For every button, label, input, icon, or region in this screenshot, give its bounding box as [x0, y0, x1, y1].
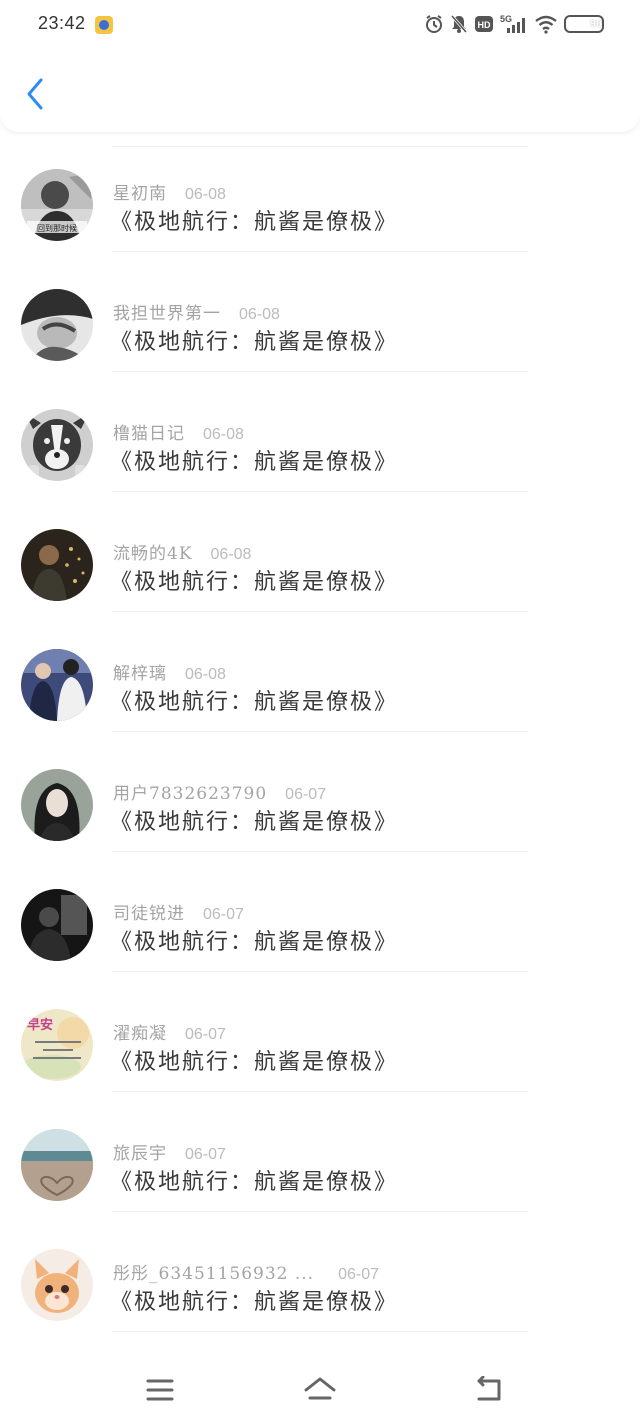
list-item[interactable]: 回到那时候 星初南 06-08 《极地航行：航酱是僚极》: [0, 132, 640, 252]
list-item[interactable]: 彤彤_63451156932 ... 06-07 《极地航行：航酱是僚极》: [0, 1212, 640, 1332]
username[interactable]: 流畅的4K: [113, 539, 193, 564]
back-button[interactable]: [18, 74, 52, 114]
status-bar: 23:42 HD 5G 90: [0, 0, 640, 50]
username[interactable]: 我担世界第一: [113, 299, 221, 324]
svg-text:HD: HD: [478, 20, 491, 30]
list-item[interactable]: 解梓璃 06-08 《极地航行：航酱是僚极》: [0, 612, 640, 732]
return-button[interactable]: [471, 1372, 507, 1408]
username[interactable]: 彤彤_63451156932 ...: [113, 1259, 314, 1284]
comment-meta: 濯痴凝 06-07: [113, 1019, 226, 1044]
avatar[interactable]: [21, 529, 93, 601]
comment-meta: 彤彤_63451156932 ... 06-07: [113, 1259, 379, 1284]
menu-button[interactable]: [142, 1372, 178, 1408]
signal-5g-icon: 5G: [500, 13, 528, 35]
alarm-icon: [424, 14, 444, 34]
avatar[interactable]: 回到那时候: [21, 169, 93, 241]
comment-date: 06-08: [239, 306, 280, 323]
username[interactable]: 司徒锐进: [113, 899, 185, 924]
hd-icon: HD: [474, 15, 494, 33]
chevron-left-icon: [27, 78, 43, 110]
home-icon: [304, 1377, 336, 1400]
list-item[interactable]: 我担世界第一 06-08 《极地航行：航酱是僚极》: [0, 252, 640, 372]
comment-meta: 用户7832623790 06-07: [113, 779, 326, 804]
app-notification-icon: [95, 16, 113, 34]
comment-meta: 星初南 06-08: [113, 179, 226, 204]
comment-date: 06-07: [285, 786, 327, 803]
comment-title[interactable]: 《极地航行：航酱是僚极》: [110, 444, 398, 476]
status-time: 23:42: [38, 13, 86, 33]
comment-title[interactable]: 《极地航行：航酱是僚极》: [110, 324, 398, 356]
comment-meta: 司徒锐进 06-07: [113, 899, 244, 924]
comment-date: 06-07: [203, 906, 244, 923]
nav-header: [0, 50, 640, 132]
comment-date: 06-08: [210, 546, 252, 563]
username[interactable]: 解梓璃: [113, 659, 167, 684]
comment-title[interactable]: 《极地航行：航酱是僚极》: [110, 684, 398, 716]
comment-title[interactable]: 《极地航行：航酱是僚极》: [110, 1164, 398, 1196]
username[interactable]: 用户7832623790: [113, 779, 267, 804]
wifi-icon: [534, 14, 558, 34]
comment-title[interactable]: 《极地航行：航酱是僚极》: [110, 804, 398, 836]
comment-title[interactable]: 《极地航行：航酱是僚极》: [110, 1044, 398, 1076]
comment-meta: 旅辰宇 06-07: [113, 1139, 226, 1164]
username[interactable]: 濯痴凝: [113, 1019, 167, 1044]
comment-title[interactable]: 《极地航行：航酱是僚极》: [110, 1284, 398, 1316]
comment-date: 06-07: [185, 1146, 226, 1163]
username[interactable]: 旅辰宇: [113, 1139, 167, 1164]
list-item[interactable]: 橹猫日记 06-08 《极地航行：航酱是僚极》: [0, 372, 640, 492]
comment-date: 06-08: [185, 666, 226, 683]
comment-title[interactable]: 《极地航行：航酱是僚极》: [110, 564, 398, 596]
avatar[interactable]: [21, 409, 93, 481]
avatar[interactable]: [21, 289, 93, 361]
list-item[interactable]: 旅辰宇 06-07 《极地航行：航酱是僚极》: [0, 1092, 640, 1212]
username[interactable]: 星初南: [113, 179, 167, 204]
battery-icon: 90: [564, 15, 604, 33]
menu-icon: [146, 1379, 174, 1401]
divider: [112, 1331, 528, 1332]
comment-title[interactable]: 《极地航行：航酱是僚极》: [110, 924, 398, 956]
svg-text:早安: 早安: [27, 1017, 53, 1033]
comment-date: 06-08: [203, 426, 244, 443]
mute-bell-icon: [450, 14, 468, 34]
avatar[interactable]: [21, 1129, 93, 1201]
avatar[interactable]: [21, 649, 93, 721]
comment-title[interactable]: 《极地航行：航酱是僚极》: [110, 204, 398, 236]
comment-date: 06-07: [338, 1266, 380, 1283]
battery-level: 90: [589, 18, 602, 30]
comment-date: 06-07: [185, 1026, 226, 1043]
comment-meta: 解梓璃 06-08: [113, 659, 226, 684]
avatar[interactable]: 早安: [21, 1009, 93, 1081]
comment-meta: 橹猫日记 06-08: [113, 419, 244, 444]
list-item[interactable]: 用户7832623790 06-07 《极地航行：航酱是僚极》: [0, 732, 640, 852]
return-icon: [477, 1376, 501, 1401]
svg-text:5G: 5G: [500, 14, 512, 24]
list-item[interactable]: 流畅的4K 06-08 《极地航行：航酱是僚极》: [0, 492, 640, 612]
svg-text:回到那时候: 回到那时候: [37, 223, 77, 233]
avatar[interactable]: [21, 889, 93, 961]
avatar[interactable]: [21, 1249, 93, 1321]
list-item[interactable]: 早安 濯痴凝 06-07 《极地航行：航酱是僚极》: [0, 972, 640, 1092]
list-item[interactable]: 司徒锐进 06-07 《极地航行：航酱是僚极》: [0, 852, 640, 972]
status-icons: HD 5G 90: [424, 12, 604, 36]
comment-date: 06-08: [185, 186, 226, 203]
system-nav-bar: [0, 1352, 640, 1427]
comment-meta: 我担世界第一 06-08: [113, 299, 280, 324]
username[interactable]: 橹猫日记: [113, 419, 185, 444]
home-button[interactable]: [302, 1372, 338, 1408]
comment-meta: 流畅的4K 06-08: [113, 539, 251, 564]
avatar[interactable]: [21, 769, 93, 841]
